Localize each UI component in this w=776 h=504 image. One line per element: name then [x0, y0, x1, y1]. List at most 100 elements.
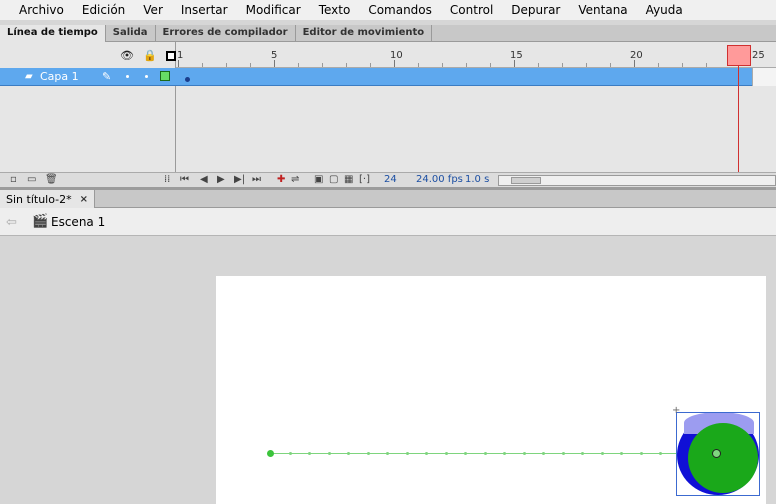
motion-path-frame-dot: [542, 452, 545, 455]
menu-ver[interactable]: Ver: [134, 0, 172, 20]
layer-lock-dot[interactable]: [145, 75, 148, 78]
document-title: Sin título-2*: [6, 192, 72, 206]
layer-type-icon: ▰: [25, 71, 33, 82]
back-arrow-icon[interactable]: ⇦: [6, 215, 17, 230]
layer-visible-dot[interactable]: [126, 75, 129, 78]
tab-errores-compilador[interactable]: Errores de compilador: [156, 25, 296, 42]
first-frame-icon[interactable]: ⏮: [180, 174, 189, 186]
menu-modificar[interactable]: Modificar: [237, 0, 310, 20]
play-icon[interactable]: ▶: [217, 174, 225, 186]
keyframe-1[interactable]: [185, 77, 190, 82]
clapper-icon: 🎬: [32, 214, 49, 229]
ruler-tick: [346, 63, 347, 67]
motion-path-frame-dot: [464, 452, 467, 455]
elapsed-time: 1.0 s: [465, 174, 490, 185]
frame-ruler[interactable]: 1 5 10 15 20 25: [176, 42, 776, 68]
motion-path-frame-dot: [640, 452, 643, 455]
ruler-tick: [442, 63, 443, 67]
motion-path-start[interactable]: [267, 450, 274, 457]
lock-icon[interactable]: 🔒: [143, 50, 157, 62]
ruler-tick: [466, 63, 467, 67]
onion-skin-icon[interactable]: ▣: [314, 174, 323, 186]
menu-comandos[interactable]: Comandos: [359, 0, 441, 20]
onion-outline-icon[interactable]: ▢: [329, 174, 338, 186]
menu-control[interactable]: Control: [441, 0, 502, 20]
motion-path-frame-dot: [386, 452, 389, 455]
pencil-icon: ✎: [102, 70, 112, 83]
menu-depurar[interactable]: Depurar: [502, 0, 569, 20]
ruler-label-15: 15: [510, 50, 523, 61]
motion-path-frame-dot: [406, 452, 409, 455]
timeline-h-scrollbar[interactable]: [498, 175, 776, 186]
frame-end-cell: [752, 68, 776, 86]
menu-texto[interactable]: Texto: [310, 0, 360, 20]
layer-outline-color[interactable]: [160, 71, 170, 81]
motion-path-frame-dot: [328, 452, 331, 455]
layer-row-capa-1[interactable]: ▰ Capa 1 ✎: [0, 68, 752, 86]
menu-insertar[interactable]: Insertar: [172, 0, 237, 20]
ruler-tick: [586, 63, 587, 67]
loop-icon[interactable]: ⇌: [291, 174, 299, 186]
motion-path-frame-dot: [601, 452, 604, 455]
ruler-tick: [178, 60, 179, 67]
ruler-label-20: 20: [630, 50, 643, 61]
motion-path-frame-dot: [347, 452, 350, 455]
ruler-tick: [370, 63, 371, 67]
motion-path-frame-dot: [581, 452, 584, 455]
layer-list: 👁 🔒: [0, 42, 176, 187]
motion-path-frame-dot: [620, 452, 623, 455]
menu-archivo[interactable]: Archivo: [10, 0, 73, 20]
tab-salida[interactable]: Salida: [106, 25, 156, 42]
tab-linea-de-tiempo[interactable]: Línea de tiempo: [0, 25, 106, 42]
ruler-tick: [226, 63, 227, 67]
layer-header-icons: 👁 🔒: [120, 50, 176, 62]
motion-path-frame-dot: [523, 452, 526, 455]
center-frame-icon[interactable]: ✚: [277, 174, 285, 186]
step-forward-icon[interactable]: ▶|: [234, 174, 245, 186]
motion-path-frame-dot: [308, 452, 311, 455]
ruler-tick: [322, 63, 323, 67]
eye-icon[interactable]: 👁: [120, 50, 134, 62]
menu-bar: Archivo Edición Ver Insertar Modificar T…: [0, 0, 776, 20]
new-folder-icon[interactable]: ▭: [27, 174, 36, 186]
ruler-tick: [658, 63, 659, 67]
ruler-tick: [490, 63, 491, 67]
edit-multiple-icon[interactable]: ▦: [344, 174, 353, 186]
ruler-tick: [202, 63, 203, 67]
document-tab[interactable]: Sin título-2* ×: [0, 190, 96, 208]
tab-editor-movimiento[interactable]: Editor de movimiento: [296, 25, 433, 42]
transform-point[interactable]: [712, 449, 721, 458]
panel-grip-icon: ⁞⁞: [164, 174, 171, 185]
timeline-toolbar: ▫ ▭ 🗑 ⁞⁞ ⏮ ◀ ▶ ▶| ⏭ ✚ ⇌ ▣ ▢ ▦ [·] 24 24.…: [0, 172, 776, 187]
playhead[interactable]: [727, 45, 751, 66]
menu-edicion[interactable]: Edición: [73, 0, 134, 20]
current-frame[interactable]: 24: [384, 174, 397, 186]
step-back-icon[interactable]: ◀: [200, 174, 208, 186]
ruler-tick: [538, 63, 539, 67]
ruler-label-25: 25: [752, 50, 765, 61]
ruler-tick: [250, 63, 251, 67]
close-icon[interactable]: ×: [80, 194, 88, 205]
ruler-tick: [634, 60, 635, 67]
last-frame-icon[interactable]: ⏭: [252, 174, 261, 186]
outline-icon[interactable]: [165, 51, 176, 61]
scrollbar-thumb[interactable]: [511, 177, 541, 184]
motion-path[interactable]: [270, 453, 718, 454]
motion-path-frame-dot: [445, 452, 448, 455]
motion-path-frame-dot: [425, 452, 428, 455]
motion-path-frame-dot: [484, 452, 487, 455]
motion-path-frame-dot: [367, 452, 370, 455]
scene-label[interactable]: Escena 1: [51, 215, 105, 229]
layer-name: Capa 1: [40, 70, 79, 83]
onion-markers-icon[interactable]: [·]: [359, 174, 370, 186]
work-area: [0, 236, 776, 504]
new-layer-icon[interactable]: ▫: [10, 174, 17, 186]
menu-ventana[interactable]: Ventana: [569, 0, 636, 20]
ruler-tick: [514, 60, 515, 67]
ruler-label-10: 10: [390, 50, 403, 61]
crosshair-icon: +: [672, 405, 681, 416]
trash-icon[interactable]: 🗑: [45, 174, 58, 186]
frame-rate[interactable]: 24.00 fps: [416, 174, 463, 186]
motion-path-frame-dot: [562, 452, 565, 455]
menu-ayuda[interactable]: Ayuda: [637, 0, 692, 20]
